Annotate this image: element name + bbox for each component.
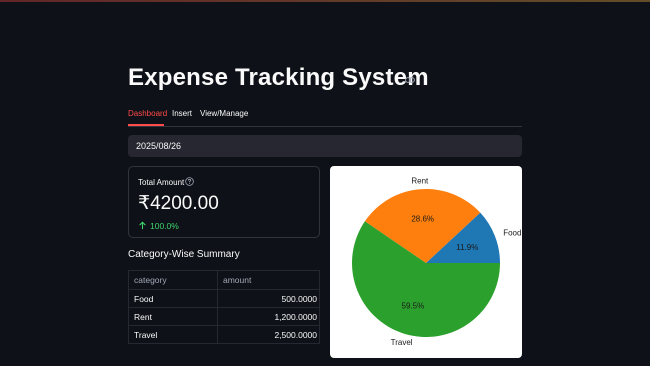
tab-dashboard[interactable]: Dashboard bbox=[128, 109, 167, 118]
active-tab-indicator bbox=[128, 124, 164, 126]
pie-percent-label: 59.5% bbox=[402, 301, 425, 310]
page-title: Expense Tracking System bbox=[128, 64, 429, 91]
pie-category-label: Rent bbox=[411, 176, 429, 185]
total-amount-metric: Total Amount ₹4200.00 100.0% bbox=[128, 166, 320, 238]
summary-table: category amount Food 500.0000 Rent 1,200… bbox=[128, 270, 320, 344]
link-icon[interactable] bbox=[405, 76, 415, 84]
question-circle-icon[interactable] bbox=[185, 177, 194, 186]
date-input[interactable]: 2025/08/26 bbox=[128, 135, 522, 157]
pie-percent-label: 28.6% bbox=[411, 215, 434, 224]
metric-value: ₹4200.00 bbox=[138, 193, 219, 214]
summary-heading: Category-Wise Summary bbox=[128, 249, 240, 260]
pie-category-label: Food bbox=[503, 229, 521, 238]
tab-insert[interactable]: Insert bbox=[172, 109, 192, 118]
table-cell-amount: 2,500.0000 bbox=[274, 330, 317, 340]
arrow-up-icon bbox=[139, 221, 146, 230]
date-input-value: 2025/08/26 bbox=[136, 141, 182, 151]
pie-percent-label: 11.9% bbox=[456, 243, 478, 252]
column-header-category[interactable]: category bbox=[134, 271, 214, 289]
metric-delta-text: 100.0% bbox=[150, 221, 179, 231]
table-cell-category: Food bbox=[134, 294, 154, 304]
table-cell-amount: 500.0000 bbox=[281, 294, 317, 304]
table-cell-category: Rent bbox=[134, 312, 152, 322]
top-decoration-bar bbox=[0, 0, 650, 2]
column-header-amount[interactable]: amount bbox=[223, 271, 303, 289]
pie-category-label: Travel bbox=[391, 338, 413, 347]
tab-bar: Dashboard Insert View/Manage bbox=[128, 105, 522, 127]
table-cell-amount: 1,200.0000 bbox=[274, 312, 317, 322]
category-pie-chart: 11.9% Food 28.6% Rent 59.5% Travel bbox=[330, 166, 522, 358]
metric-label: Total Amount bbox=[138, 178, 185, 187]
table-cell-category: Travel bbox=[134, 330, 158, 340]
pie-chart-svg: 11.9% Food 28.6% Rent 59.5% Travel bbox=[352, 176, 521, 347]
tab-view-manage[interactable]: View/Manage bbox=[200, 109, 248, 118]
